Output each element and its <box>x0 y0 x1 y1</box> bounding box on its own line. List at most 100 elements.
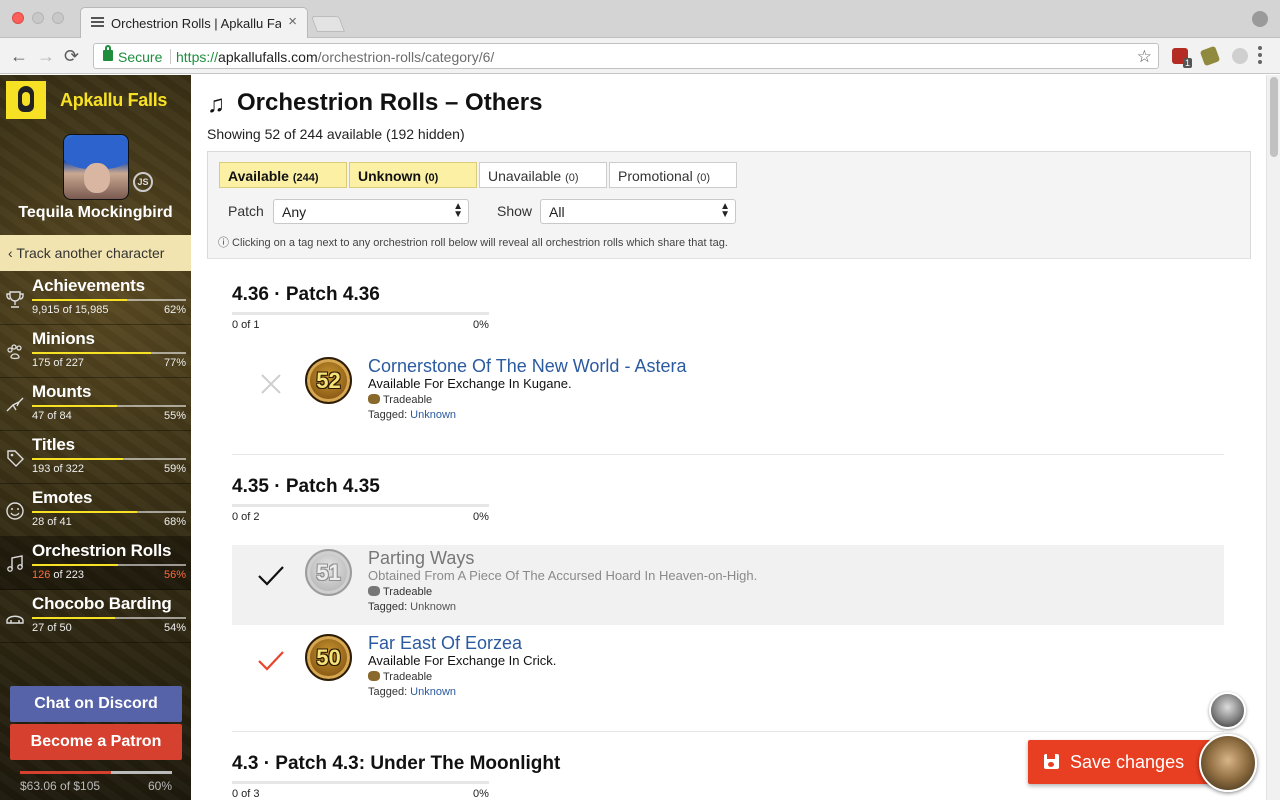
sidebar-item-percent: 59% <box>163 463 186 475</box>
tagged-label: Tagged: <box>368 686 408 698</box>
tradeable-icon <box>368 394 380 404</box>
list-icon <box>91 17 104 28</box>
sidebar-item-emotes[interactable]: Emotes 28 of 41 68% <box>0 484 191 537</box>
patreon-button[interactable]: Become a Patron <box>10 724 182 760</box>
sidebar-item-minions[interactable]: Minions 175 of 227 77% <box>0 325 191 378</box>
not-obtained-x-icon[interactable] <box>256 369 286 399</box>
browser-tab[interactable]: Orchestrion Rolls | Apkallu Falls × <box>80 7 308 38</box>
tab-available[interactable]: Available (244) <box>219 162 347 188</box>
tab-title: Orchestrion Rolls | Apkallu Falls <box>111 16 281 31</box>
patch-select[interactable]: Any ▲ ▼ <box>273 199 469 224</box>
tradeable-icon <box>368 671 380 681</box>
tag-link[interactable]: Unknown <box>410 686 456 698</box>
chat-widget-avatar[interactable] <box>1199 734 1257 792</box>
sidebar-item-mounts[interactable]: Mounts 47 of 84 55% <box>0 378 191 431</box>
filter-panel: Available (244) Unknown (0) Unavailable … <box>207 151 1251 259</box>
patch-count: 0 of 2 <box>232 511 260 523</box>
character-avatar[interactable] <box>63 134 129 200</box>
smile-icon <box>6 502 24 520</box>
back-arrow-icon[interactable]: ← <box>10 46 28 66</box>
character-name[interactable]: Tequila Mockingbird <box>0 204 191 222</box>
floppy-disk-icon <box>1044 754 1059 769</box>
window-titlebar: Orchestrion Rolls | Apkallu Falls × <box>0 0 1280 38</box>
roll-tags: Tagged: Unknown <box>368 409 456 421</box>
tab-promotional[interactable]: Promotional (0) <box>609 162 737 188</box>
page-scrollbar[interactable] <box>1266 75 1280 800</box>
save-changes-button[interactable]: Save changes <box>1028 740 1214 784</box>
tagged-label: Tagged: <box>368 409 408 421</box>
sidebar-item-label: Chocobo Barding <box>32 594 172 613</box>
patron-amount: $63.06 of $105 <box>20 779 101 793</box>
sidebar-item-achievements[interactable]: Achievements 9,915 of 15,985 62% <box>0 272 191 325</box>
patron-progress <box>20 771 172 774</box>
tag-info-text: ⓘ Clicking on a tag next to any orchestr… <box>218 237 728 249</box>
tab-unknown-label: Unknown <box>358 168 421 184</box>
sidebar-item-chocobo-barding[interactable]: Chocobo Barding 27 of 50 54% <box>0 590 191 643</box>
url-text[interactable]: https://apkallufalls.com/orchestrion-rol… <box>176 49 494 65</box>
new-tab-button[interactable] <box>311 16 345 32</box>
list-item: 51 Parting Ways Obtained From A Piece Of… <box>232 545 1224 625</box>
roll-name-link[interactable]: Far East Of Eorzea <box>368 633 522 654</box>
tab-available-label: Available <box>228 168 289 184</box>
zoom-window-button[interactable] <box>52 12 64 24</box>
discord-button[interactable]: Chat on Discord <box>10 686 182 722</box>
scrollbar-thumb[interactable] <box>1270 77 1278 157</box>
sidebar-item-percent: 68% <box>163 516 186 528</box>
sidebar-item-progress <box>32 564 186 566</box>
sidebar-item-titles[interactable]: Titles 193 of 322 59% <box>0 431 191 484</box>
sidebar-item-percent: 56% <box>163 569 186 581</box>
patch-progress-bar <box>232 504 489 507</box>
sidebar-item-count: 28 of 41 <box>32 516 72 528</box>
roll-description: Obtained From A Piece Of The Accursed Ho… <box>368 568 758 583</box>
shield-extension-icon[interactable]: 1 <box>1172 48 1192 68</box>
tag-link[interactable]: Unknown <box>410 601 456 613</box>
chat-agent-avatar[interactable] <box>1209 692 1246 729</box>
patch-percent: 0% <box>473 788 489 800</box>
patch-progress-bar <box>232 312 489 315</box>
sidebar-item-label: Achievements <box>32 276 145 295</box>
forward-arrow-icon[interactable]: → <box>37 46 55 66</box>
address-bar[interactable]: Secure https://apkallufalls.com/orchestr… <box>93 43 1159 69</box>
sidebar-item-orchestrion-rolls[interactable]: Orchestrion Rolls 126 of 223 56% <box>0 537 191 590</box>
patch-select-value: Any <box>282 204 307 220</box>
extension-circle-icon[interactable] <box>1232 48 1248 64</box>
address-divider <box>170 49 171 64</box>
tab-promotional-count: (0) <box>696 172 711 184</box>
roll-tags: Tagged: Unknown <box>368 686 456 698</box>
url-scheme: https:// <box>176 49 219 65</box>
tab-close-icon[interactable]: × <box>288 14 297 30</box>
patch-header: 4.3 · Patch 4.3: Under The Moonlight <box>232 753 561 774</box>
roll-name-link[interactable]: Cornerstone Of The New World - Astera <box>368 356 686 377</box>
tab-unavailable[interactable]: Unavailable (0) <box>479 162 607 188</box>
minimize-window-button[interactable] <box>32 12 44 24</box>
mark-obtained-check-icon[interactable] <box>256 646 286 676</box>
user-profile-icon[interactable] <box>1252 11 1268 27</box>
tradeable-icon <box>368 586 380 596</box>
tagged-label: Tagged: <box>368 601 408 613</box>
extension-icon[interactable] <box>1199 45 1221 67</box>
sidebar-item-percent: 54% <box>163 622 186 634</box>
brand-link[interactable]: Apkallu Falls <box>6 81 186 119</box>
tag-link[interactable]: Unknown <box>410 409 456 421</box>
show-select[interactable]: All ▲ ▼ <box>540 199 736 224</box>
close-window-button[interactable] <box>12 12 24 24</box>
music-note-icon <box>7 555 23 572</box>
lock-icon <box>103 45 113 61</box>
secure-label: Secure <box>118 49 163 65</box>
track-another-label: ‹ Track another character <box>8 245 165 261</box>
sidebar-item-count: 126 of 223 <box>32 569 84 581</box>
list-item: 52 Cornerstone Of The New World - Astera… <box>232 353 1224 433</box>
roll-name-link[interactable]: Parting Ways <box>368 548 474 569</box>
sidebar-item-progress-fill <box>32 299 128 301</box>
bookmark-star-icon[interactable]: ☆ <box>1137 47 1152 67</box>
tab-unavailable-label: Unavailable <box>488 168 562 184</box>
roll-number: 50 <box>316 645 341 670</box>
obtained-check-icon[interactable] <box>256 561 286 591</box>
track-another-character-button[interactable]: ‹ Track another character <box>0 235 191 271</box>
sidebar-item-label: Orchestrion Rolls <box>32 541 172 560</box>
tab-unknown[interactable]: Unknown (0) <box>349 162 477 188</box>
browser-menu-icon[interactable] <box>1258 46 1262 67</box>
sidebar-item-progress-fill <box>32 564 119 566</box>
section-divider <box>232 731 1224 732</box>
reload-icon[interactable]: ⟳ <box>64 46 79 66</box>
